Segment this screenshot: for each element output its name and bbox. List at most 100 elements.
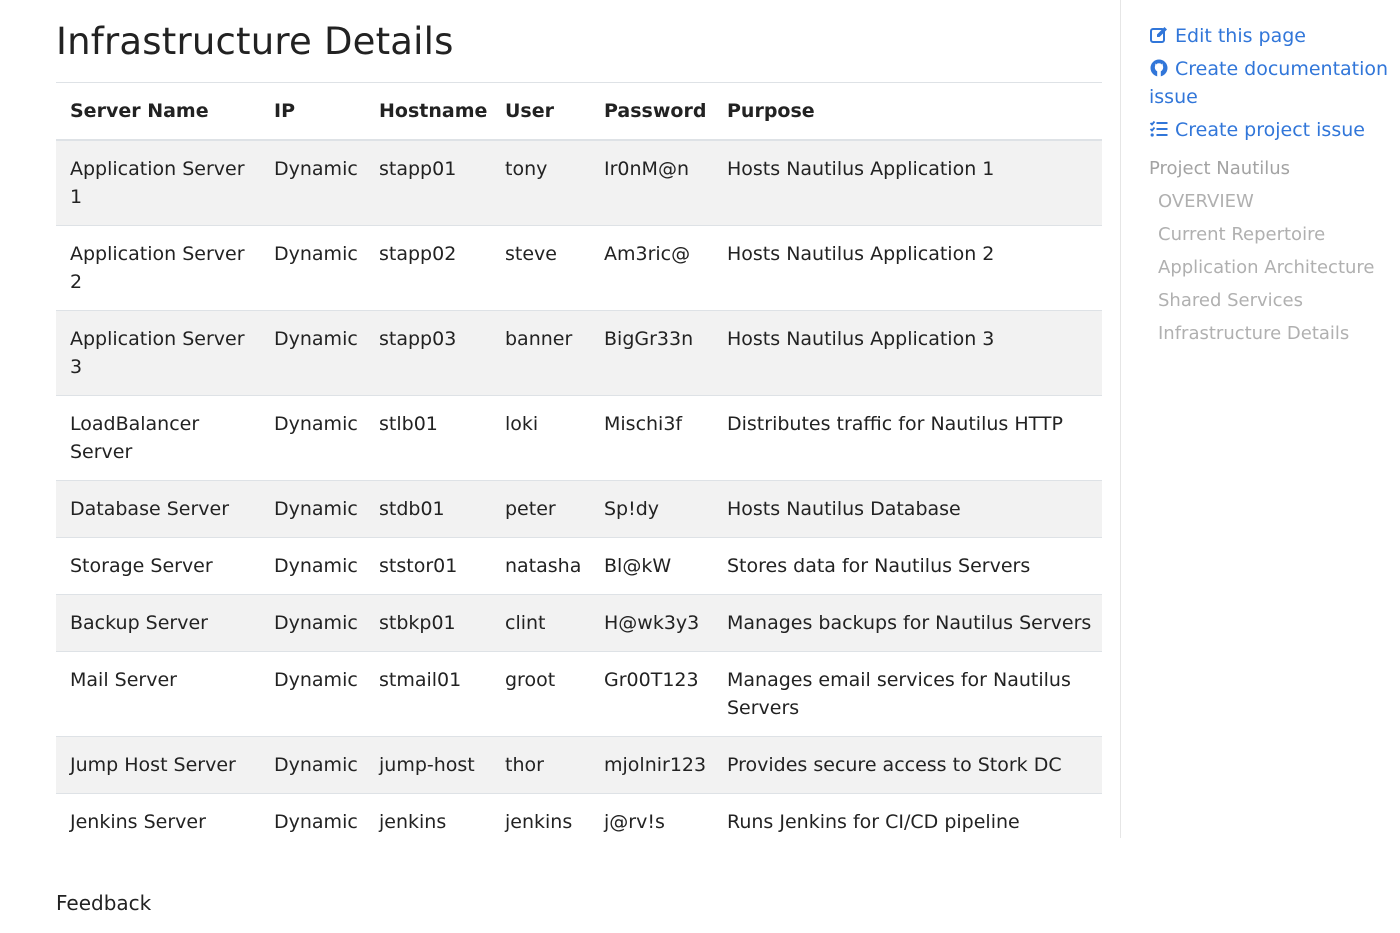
- tasks-icon: [1149, 120, 1168, 137]
- create-documentation-issue-link[interactable]: Create documentation issue: [1149, 55, 1394, 111]
- cell-server-name: Application Server 3: [56, 310, 260, 396]
- right-sidebar: Edit this page Create documentation issu…: [1120, 0, 1400, 838]
- table-row: LoadBalancer Server Dynamic stlb01 loki …: [56, 395, 1102, 481]
- cell-purpose: Hosts Nautilus Application 3: [713, 310, 1102, 396]
- cell-purpose: Manages backups for Nautilus Servers: [713, 594, 1102, 652]
- cell-password: Am3ric@: [590, 225, 713, 311]
- cell-server-name: Jump Host Server: [56, 736, 260, 794]
- table-row: Application Server 3 Dynamic stapp03 ban…: [56, 310, 1102, 396]
- nav-item-application-architecture[interactable]: Application Architecture: [1149, 251, 1399, 284]
- cell-user: thor: [491, 736, 590, 794]
- cell-password: H@wk3y3: [590, 594, 713, 652]
- header-password: Password: [590, 82, 713, 141]
- cell-hostname: ststor01: [365, 537, 491, 595]
- cell-hostname: stlb01: [365, 395, 491, 481]
- cell-purpose: Stores data for Nautilus Servers: [713, 537, 1102, 595]
- infrastructure-table: Server Name IP Hostname User Password Pu…: [56, 82, 1102, 850]
- cell-user: clint: [491, 594, 590, 652]
- section-nav: Project Nautilus OVERVIEW Current Repert…: [1149, 152, 1399, 350]
- cell-password: Sp!dy: [590, 480, 713, 538]
- cell-server-name: Application Server 1: [56, 139, 260, 226]
- feedback-heading: Feedback: [56, 891, 152, 915]
- cell-ip: Dynamic: [260, 537, 365, 595]
- create-project-issue-label: Create project issue: [1175, 119, 1365, 141]
- cell-server-name: Mail Server: [56, 651, 260, 737]
- cell-password: mjolnir123: [590, 736, 713, 794]
- cell-hostname: stapp03: [365, 310, 491, 396]
- nav-item-current-repertoire[interactable]: Current Repertoire: [1149, 218, 1399, 251]
- table-row: Application Server 1 Dynamic stapp01 ton…: [56, 139, 1102, 226]
- header-server-name: Server Name: [56, 82, 260, 141]
- cell-server-name: Database Server: [56, 480, 260, 538]
- cell-ip: Dynamic: [260, 395, 365, 481]
- cell-user: peter: [491, 480, 590, 538]
- cell-user: groot: [491, 651, 590, 737]
- header-purpose: Purpose: [713, 82, 1102, 141]
- cell-password: BigGr33n: [590, 310, 713, 396]
- cell-user: steve: [491, 225, 590, 311]
- cell-server-name: Backup Server: [56, 594, 260, 652]
- cell-user: jenkins: [491, 793, 590, 850]
- nav-item-infrastructure-details[interactable]: Infrastructure Details: [1149, 317, 1399, 350]
- cell-user: banner: [491, 310, 590, 396]
- cell-ip: Dynamic: [260, 225, 365, 311]
- cell-ip: Dynamic: [260, 310, 365, 396]
- edit-icon: [1150, 27, 1167, 43]
- github-icon: [1150, 59, 1168, 77]
- cell-password: j@rv!s: [590, 793, 713, 850]
- cell-purpose: Hosts Nautilus Application 2: [713, 225, 1102, 311]
- page-actions: Edit this page Create documentation issu…: [1149, 22, 1394, 149]
- cell-purpose: Runs Jenkins for CI/CD pipeline: [713, 793, 1102, 850]
- cell-hostname: stdb01: [365, 480, 491, 538]
- cell-ip: Dynamic: [260, 793, 365, 850]
- table-row: Database Server Dynamic stdb01 peter Sp!…: [56, 480, 1102, 538]
- cell-ip: Dynamic: [260, 480, 365, 538]
- create-documentation-issue-label: Create documentation issue: [1149, 58, 1389, 108]
- create-project-issue-link[interactable]: Create project issue: [1149, 116, 1394, 144]
- cell-purpose: Manages email services for Nautilus Serv…: [713, 651, 1102, 737]
- cell-password: Mischi3f: [590, 395, 713, 481]
- cell-hostname: stmail01: [365, 651, 491, 737]
- cell-ip: Dynamic: [260, 736, 365, 794]
- cell-password: Ir0nM@n: [590, 139, 713, 226]
- cell-purpose: Hosts Nautilus Database: [713, 480, 1102, 538]
- cell-server-name: Storage Server: [56, 537, 260, 595]
- table-header-row: Server Name IP Hostname User Password Pu…: [56, 82, 1102, 141]
- cell-user: natasha: [491, 537, 590, 595]
- page-title: Infrastructure Details: [56, 20, 454, 63]
- cell-user: tony: [491, 139, 590, 226]
- edit-page-link[interactable]: Edit this page: [1149, 22, 1394, 50]
- cell-ip: Dynamic: [260, 139, 365, 226]
- cell-ip: Dynamic: [260, 651, 365, 737]
- table-row: Storage Server Dynamic ststor01 natasha …: [56, 537, 1102, 595]
- cell-purpose: Hosts Nautilus Application 1: [713, 139, 1102, 226]
- page: Infrastructure Details Server Name IP Ho…: [0, 0, 1400, 933]
- header-ip: IP: [260, 82, 365, 141]
- cell-server-name: Application Server 2: [56, 225, 260, 311]
- table-row: Mail Server Dynamic stmail01 groot Gr00T…: [56, 651, 1102, 737]
- cell-hostname: jump-host: [365, 736, 491, 794]
- table-row: Backup Server Dynamic stbkp01 clint H@wk…: [56, 594, 1102, 652]
- table-row: Jenkins Server Dynamic jenkins jenkins j…: [56, 793, 1102, 850]
- cell-hostname: stapp02: [365, 225, 491, 311]
- cell-hostname: stapp01: [365, 139, 491, 226]
- header-hostname: Hostname: [365, 82, 491, 141]
- cell-user: loki: [491, 395, 590, 481]
- cell-ip: Dynamic: [260, 594, 365, 652]
- nav-project-nautilus[interactable]: Project Nautilus: [1149, 152, 1399, 185]
- cell-server-name: Jenkins Server: [56, 793, 260, 850]
- cell-purpose: Provides secure access to Stork DC: [713, 736, 1102, 794]
- cell-password: Gr00T123: [590, 651, 713, 737]
- header-user: User: [491, 82, 590, 141]
- nav-item-overview[interactable]: OVERVIEW: [1149, 185, 1399, 218]
- cell-hostname: jenkins: [365, 793, 491, 850]
- cell-hostname: stbkp01: [365, 594, 491, 652]
- nav-item-shared-services[interactable]: Shared Services: [1149, 284, 1399, 317]
- table-row: Jump Host Server Dynamic jump-host thor …: [56, 736, 1102, 794]
- table-row: Application Server 2 Dynamic stapp02 ste…: [56, 225, 1102, 311]
- edit-page-label: Edit this page: [1175, 25, 1306, 47]
- main-content: Infrastructure Details Server Name IP Ho…: [56, 0, 1102, 850]
- cell-server-name: LoadBalancer Server: [56, 395, 260, 481]
- cell-purpose: Distributes traffic for Nautilus HTTP: [713, 395, 1102, 481]
- cell-password: Bl@kW: [590, 537, 713, 595]
